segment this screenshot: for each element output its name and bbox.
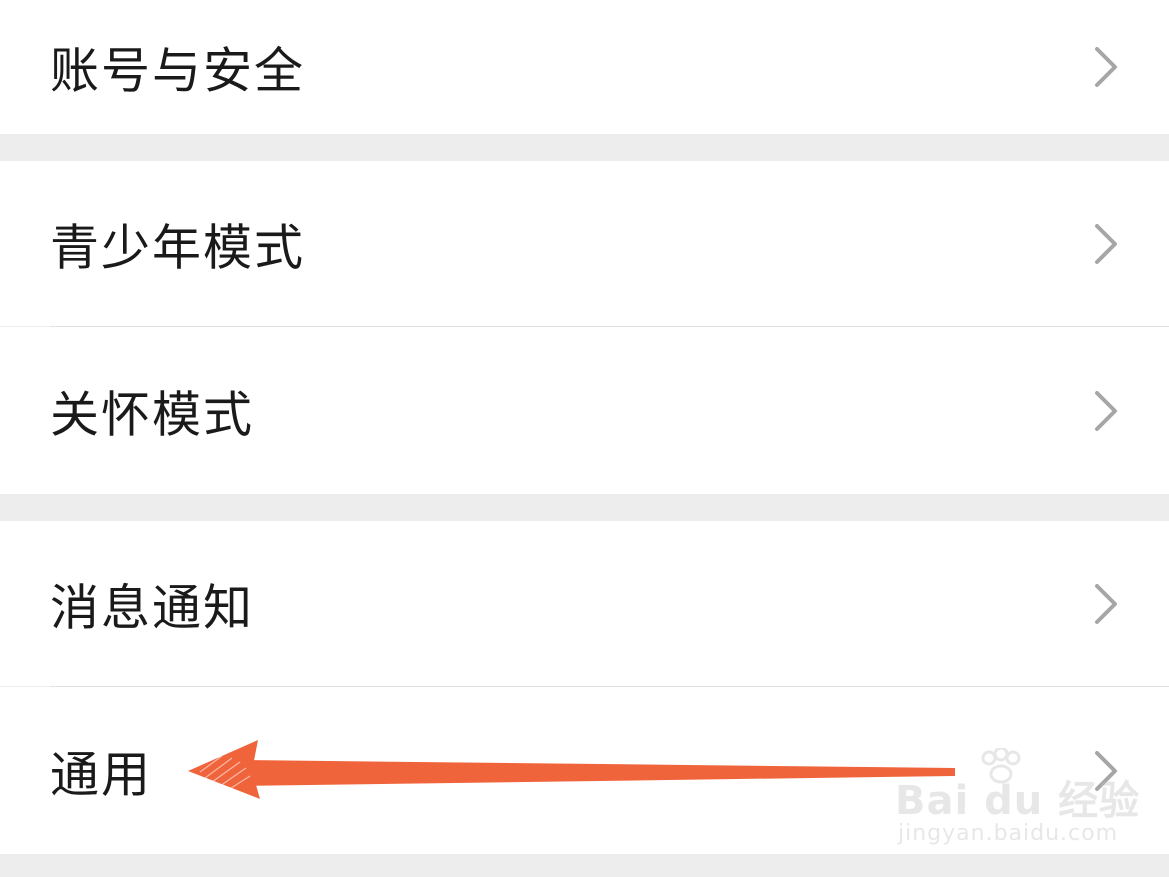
chevron-right-icon [1095, 390, 1117, 431]
settings-item-teen-mode[interactable]: 青少年模式 [0, 161, 1169, 326]
settings-item-label: 消息通知 [50, 579, 255, 636]
baidu-jingyan-watermark: Bai du 经验 jingyan.baidu.com [895, 748, 1139, 858]
settings-item-care-mode[interactable]: 关怀模式 [0, 327, 1169, 494]
watermark-brand: Bai du 经验 [895, 778, 1141, 824]
chevron-right-icon [1095, 223, 1117, 264]
settings-item-notifications[interactable]: 消息通知 [0, 521, 1169, 686]
settings-item-account-security[interactable]: 账号与安全 [0, 0, 1169, 134]
chevron-right-icon [1095, 47, 1117, 87]
settings-item-label: 通用 [50, 746, 153, 803]
settings-item-label: 账号与安全 [50, 42, 306, 100]
settings-item-label: 关怀模式 [50, 386, 255, 443]
watermark-url: jingyan.baidu.com [898, 821, 1119, 846]
chevron-right-icon [1095, 583, 1117, 624]
settings-item-label: 青少年模式 [50, 219, 306, 276]
